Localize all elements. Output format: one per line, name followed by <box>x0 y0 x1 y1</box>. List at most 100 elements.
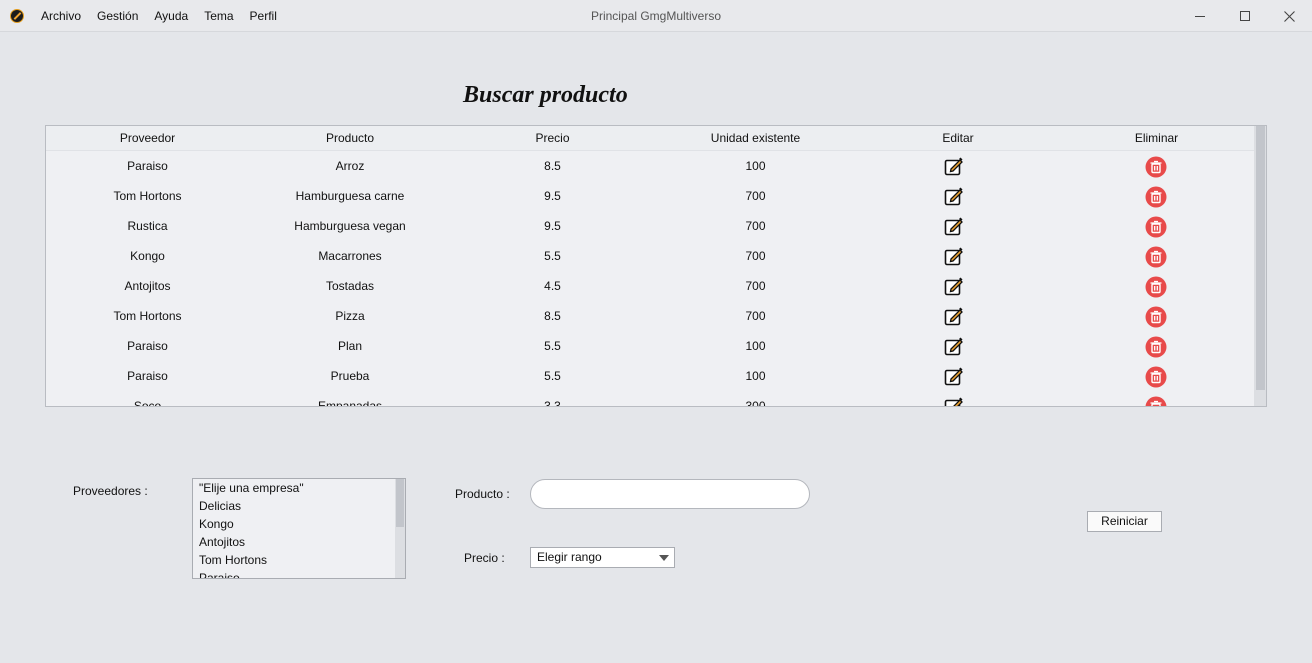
table-row[interactable]: Soco Empanadas 3.3 300 <box>46 391 1254 407</box>
cell-producto: Hamburguesa carne <box>295 189 405 203</box>
table-row[interactable]: Rustica Hamburguesa vegan 9.5 700 <box>46 211 1254 241</box>
cell-unidad: 700 <box>745 219 766 233</box>
edit-pencil-icon[interactable] <box>944 216 964 236</box>
list-item[interactable]: "Elije una empresa" <box>193 479 405 497</box>
menu-gestion[interactable]: Gestión <box>89 9 146 23</box>
edit-pencil-icon[interactable] <box>944 336 964 356</box>
menu-tema[interactable]: Tema <box>196 9 241 23</box>
cell-proveedor: Antojitos <box>124 279 171 293</box>
list-item[interactable]: Antojitos <box>193 533 405 551</box>
table-row[interactable]: Paraiso Arroz 8.5 100 <box>46 151 1254 181</box>
table-scrollbar-thumb[interactable] <box>1256 126 1265 390</box>
cell-producto: Plan <box>337 339 363 353</box>
trash-icon[interactable] <box>1145 186 1167 208</box>
cell-unidad: 100 <box>745 339 766 353</box>
trash-icon[interactable] <box>1145 306 1167 328</box>
cell-producto: Tostadas <box>325 279 375 293</box>
maximize-button[interactable] <box>1223 0 1267 32</box>
edit-pencil-icon[interactable] <box>944 276 964 296</box>
trash-icon[interactable] <box>1145 156 1167 178</box>
cell-producto: Macarrones <box>318 249 382 263</box>
cell-unidad: 700 <box>745 309 766 323</box>
table-row[interactable]: Tom Hortons Hamburguesa carne 9.5 700 <box>46 181 1254 211</box>
proveedores-scrollbar-thumb[interactable] <box>396 479 404 527</box>
menu-bar: Archivo Gestión Ayuda Tema Perfil <box>33 0 285 32</box>
menu-ayuda[interactable]: Ayuda <box>146 9 196 23</box>
cell-producto: Arroz <box>335 159 365 173</box>
maximize-icon <box>1240 11 1250 21</box>
close-button[interactable] <box>1267 0 1311 32</box>
producto-label: Producto : <box>455 487 510 501</box>
cell-producto: Hamburguesa vegan <box>294 219 406 233</box>
menu-archivo[interactable]: Archivo <box>33 9 89 23</box>
app-logo-icon <box>10 9 24 23</box>
edit-pencil-icon[interactable] <box>944 156 964 176</box>
table-scrollbar[interactable] <box>1254 126 1266 406</box>
edit-pencil-icon[interactable] <box>944 186 964 206</box>
trash-icon[interactable] <box>1145 246 1167 268</box>
cell-proveedor: Kongo <box>130 249 165 263</box>
trash-icon[interactable] <box>1145 216 1167 238</box>
table-row[interactable]: Tom Hortons Pizza 8.5 700 <box>46 301 1254 331</box>
cell-precio: 5.5 <box>544 249 561 263</box>
cell-precio: 5.5 <box>544 339 561 353</box>
list-item[interactable]: Paraiso <box>193 569 405 578</box>
cell-unidad: 300 <box>745 399 766 407</box>
reiniciar-button[interactable]: Reiniciar <box>1087 511 1162 532</box>
cell-producto: Empanadas <box>317 399 383 407</box>
cell-proveedor: Tom Hortons <box>113 189 182 203</box>
proveedores-scrollbar[interactable] <box>395 479 405 578</box>
minimize-button[interactable] <box>1178 0 1222 32</box>
header-precio[interactable]: Precio <box>451 126 654 151</box>
precio-select[interactable]: Elegir rango <box>530 547 675 568</box>
cell-precio: 3.3 <box>544 399 561 407</box>
table-row[interactable]: Paraiso Plan 5.5 100 <box>46 331 1254 361</box>
close-icon <box>1283 10 1295 22</box>
precio-label: Precio : <box>464 551 505 565</box>
title-bar: Archivo Gestión Ayuda Tema Perfil Princi… <box>0 0 1312 32</box>
edit-pencil-icon[interactable] <box>944 246 964 266</box>
header-editar[interactable]: Editar <box>857 126 1059 151</box>
cell-precio: 5.5 <box>544 369 561 383</box>
header-producto[interactable]: Producto <box>249 126 451 151</box>
proveedores-list[interactable]: "Elije una empresa" Delicias Kongo Antojito… <box>192 478 406 579</box>
cell-unidad: 100 <box>745 159 766 173</box>
proveedores-label: Proveedores : <box>73 484 148 498</box>
cell-unidad: 100 <box>745 369 766 383</box>
header-proveedor[interactable]: Proveedor <box>46 126 249 151</box>
cell-precio: 4.5 <box>544 279 561 293</box>
list-item[interactable]: Kongo <box>193 515 405 533</box>
cell-producto: Pizza <box>335 309 365 323</box>
minimize-icon <box>1195 15 1205 17</box>
producto-input[interactable] <box>530 479 810 509</box>
list-item[interactable]: Delicias <box>193 497 405 515</box>
menu-perfil[interactable]: Perfil <box>242 9 285 23</box>
table-row[interactable]: Kongo Macarrones 5.5 700 <box>46 241 1254 271</box>
cell-proveedor: Rustica <box>127 219 168 233</box>
cell-proveedor: Paraiso <box>127 159 168 173</box>
list-item[interactable]: Tom Hortons <box>193 551 405 569</box>
trash-icon[interactable] <box>1145 336 1167 358</box>
cell-precio: 8.5 <box>544 309 561 323</box>
table-row[interactable]: Antojitos Tostadas 4.5 700 <box>46 271 1254 301</box>
cell-proveedor: Soco <box>133 399 162 407</box>
trash-icon[interactable] <box>1145 276 1167 298</box>
trash-icon[interactable] <box>1145 396 1167 406</box>
cell-unidad: 700 <box>745 189 766 203</box>
table-body: Paraiso Arroz 8.5 100 Tom Hortons Hamburguesa… <box>46 151 1254 407</box>
cell-precio: 9.5 <box>544 219 561 233</box>
cell-proveedor: Paraiso <box>127 339 168 353</box>
header-unidad-existente[interactable]: Unidad existente <box>654 126 857 151</box>
edit-pencil-icon[interactable] <box>944 366 964 386</box>
products-table: Proveedor Producto Precio Unidad existen… <box>45 125 1267 407</box>
table-row[interactable]: Paraiso Prueba 5.5 100 <box>46 361 1254 391</box>
cell-unidad: 700 <box>745 279 766 293</box>
cell-precio: 8.5 <box>544 159 561 173</box>
edit-pencil-icon[interactable] <box>944 396 964 406</box>
trash-icon[interactable] <box>1145 366 1167 388</box>
table-header: Proveedor Producto Precio Unidad existen… <box>46 126 1254 151</box>
header-eliminar[interactable]: Eliminar <box>1059 126 1254 151</box>
edit-pencil-icon[interactable] <box>944 306 964 326</box>
cell-producto: Prueba <box>330 369 370 383</box>
cell-unidad: 700 <box>745 249 766 263</box>
